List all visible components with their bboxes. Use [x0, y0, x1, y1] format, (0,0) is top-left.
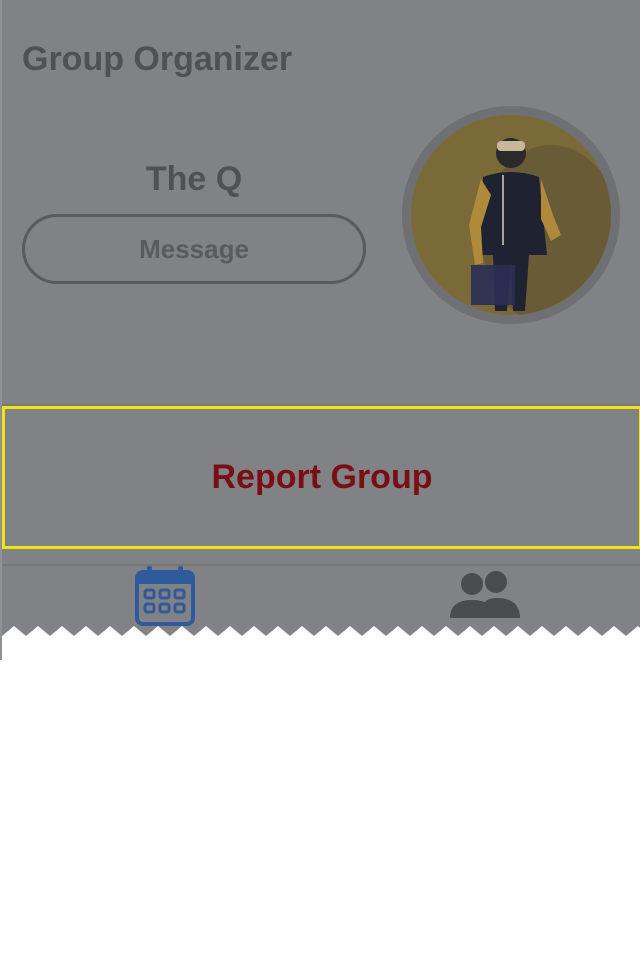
page-title: Group Organizer	[22, 40, 293, 78]
organizer-photo	[411, 115, 611, 315]
message-button[interactable]: Message	[22, 214, 366, 284]
tabbar-divider	[2, 564, 640, 566]
organizer-name: The Q	[145, 160, 243, 198]
people-icon[interactable]	[450, 570, 520, 618]
calendar-icon[interactable]	[134, 564, 196, 626]
report-group-label: Report Group	[211, 458, 433, 496]
message-button-label: Message	[139, 233, 249, 264]
report-group-button[interactable]: Report Group	[2, 406, 640, 549]
torn-edge	[2, 626, 640, 660]
avatar[interactable]	[402, 106, 620, 324]
group-detail-screen: Group Organizer The Q Message Report Gro…	[0, 0, 640, 660]
